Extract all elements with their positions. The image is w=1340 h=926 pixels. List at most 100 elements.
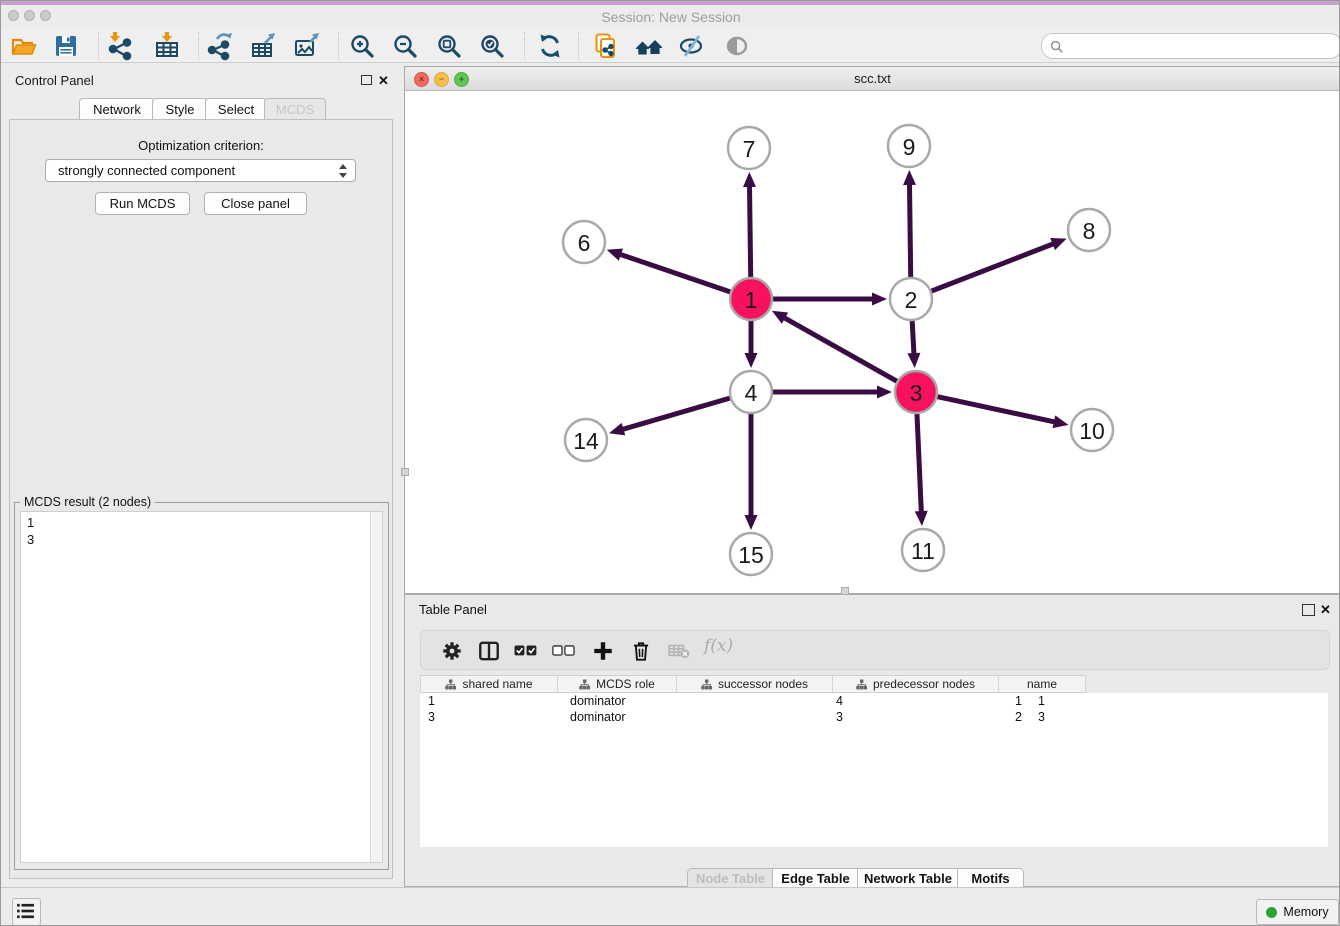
column-header-name[interactable]: name [999, 675, 1086, 693]
graph-edge-1-7[interactable] [749, 185, 750, 277]
cell-name[interactable]: 1 [1028, 693, 1124, 709]
table-panel: Table Panel ✕ f(x) shared name MCDS role… [404, 594, 1340, 887]
delete-column-icon[interactable] [629, 639, 653, 663]
graph-edge-arrowhead [907, 353, 920, 368]
table-header-row: shared name MCDS role successor nodes pr… [420, 675, 1086, 693]
control-panel-float-icon[interactable] [361, 75, 372, 85]
control-panel-close-icon[interactable]: ✕ [378, 74, 389, 87]
toolbar-separator [198, 32, 199, 60]
hide-panel-eye-icon[interactable] [722, 31, 752, 61]
table-panel-float-icon[interactable] [1302, 604, 1315, 616]
optimization-criterion-label: Optimization criterion: [9, 138, 393, 153]
column-label: MCDS role [596, 677, 655, 691]
table-panel-title: Table Panel [419, 602, 487, 617]
criterion-dropdown[interactable]: strongly connected component [45, 159, 356, 182]
table-row[interactable]: 3 dominator 3 2 3 [420, 709, 1328, 725]
function-builder-icon[interactable]: f(x) [704, 636, 744, 660]
graph-edge-2-3[interactable] [912, 321, 914, 355]
unselect-all-icon[interactable] [552, 639, 576, 663]
mcds-result-textarea[interactable]: 1 3 [20, 511, 383, 863]
table-row[interactable]: 1 dominator 4 1 1 [420, 693, 1328, 709]
session-title: Session: New Session [1, 9, 1340, 25]
zoom-fit-icon[interactable] [435, 31, 465, 61]
criterion-dropdown-value: strongly connected component [58, 163, 235, 178]
graph-edge-2-9[interactable] [909, 183, 910, 277]
graph-node-label-2: 2 [905, 287, 918, 313]
import-table-icon[interactable] [152, 31, 182, 61]
zoom-selected-icon[interactable] [478, 31, 508, 61]
column-header-shared-name[interactable]: shared name [420, 675, 558, 693]
network-graph[interactable]: 7968124314101511 [405, 90, 1340, 594]
save-session-icon[interactable] [51, 31, 81, 61]
visual-style-icon[interactable] [677, 31, 707, 61]
network-view-window: × − + scc.txt 7968124314101511 [404, 66, 1340, 594]
control-panel-title: Control Panel [15, 73, 94, 88]
show-columns-icon[interactable] [477, 639, 501, 663]
graph-edge-2-8[interactable] [932, 243, 1055, 291]
search-input[interactable] [1067, 38, 1340, 55]
cell-mcds-role[interactable]: dominator [564, 709, 688, 725]
cell-predecessor-nodes[interactable]: 2 [857, 709, 1028, 725]
toolbar-separator [98, 32, 99, 60]
export-table-icon[interactable] [249, 31, 279, 61]
run-mcds-button[interactable]: Run MCDS [95, 192, 190, 215]
select-all-icon[interactable] [514, 639, 538, 663]
graph-edge-arrowhead [1053, 415, 1069, 428]
close-panel-button[interactable]: Close panel [204, 192, 307, 215]
cell-shared-name[interactable]: 3 [420, 709, 564, 725]
column-label: name [1027, 677, 1057, 691]
graph-edge-3-11[interactable] [917, 414, 921, 513]
cell-name[interactable]: 3 [1028, 709, 1124, 725]
graph-edge-arrowhead [872, 293, 887, 306]
column-label: successor nodes [718, 677, 808, 691]
graph-edge-arrowhead [743, 172, 756, 187]
memory-button[interactable]: Memory [1256, 899, 1339, 925]
table-settings-gear-icon[interactable] [440, 639, 464, 663]
mcds-result-line: 1 [27, 514, 382, 531]
graph-edge-arrowhead [607, 248, 623, 260]
graph-edge-arrowhead [915, 511, 928, 526]
graph-node-label-3: 3 [910, 380, 923, 406]
column-tree-icon [445, 679, 456, 690]
cell-mcds-role[interactable]: dominator [564, 693, 688, 709]
graph-edge-4-14[interactable] [622, 398, 730, 430]
graph-edge-arrowhead [877, 386, 892, 399]
status-bar: Memory [1, 887, 1340, 926]
task-history-button[interactable] [12, 898, 41, 926]
refresh-icon[interactable] [535, 31, 565, 61]
copy-share-icon[interactable] [591, 31, 621, 61]
cell-shared-name[interactable]: 1 [420, 693, 564, 709]
graph-node-label-6: 6 [578, 230, 591, 256]
memory-button-label: Memory [1283, 905, 1328, 919]
result-scrollbar[interactable] [370, 512, 382, 862]
export-network-icon[interactable] [205, 31, 235, 61]
delete-table-icon[interactable] [667, 639, 691, 663]
vertical-splitter-handle[interactable] [401, 468, 409, 476]
cell-predecessor-nodes[interactable]: 1 [857, 693, 1028, 709]
column-header-predecessor-nodes[interactable]: predecessor nodes [833, 675, 999, 693]
memory-status-dot-icon [1266, 907, 1277, 918]
cell-successor-nodes[interactable]: 4 [688, 693, 857, 709]
import-network-icon[interactable] [105, 31, 135, 61]
graph-node-label-4: 4 [745, 380, 758, 406]
open-session-icon[interactable] [9, 31, 39, 61]
zoom-out-icon[interactable] [391, 31, 421, 61]
home-icon[interactable] [634, 31, 664, 61]
network-window-titlebar: × − + scc.txt [405, 67, 1340, 91]
graph-edge-3-10[interactable] [938, 397, 1056, 423]
zoom-in-icon[interactable] [348, 31, 378, 61]
column-header-mcds-role[interactable]: MCDS role [558, 675, 677, 693]
graph-edge-1-6[interactable] [619, 254, 730, 292]
dropdown-stepper-icon [338, 164, 347, 178]
graph-edge-3-1[interactable] [783, 317, 897, 381]
column-tree-icon [701, 679, 712, 690]
cell-successor-nodes[interactable]: 3 [688, 709, 857, 725]
add-column-icon[interactable] [591, 639, 615, 663]
column-header-successor-nodes[interactable]: successor nodes [677, 675, 833, 693]
mcds-result-title: MCDS result (2 nodes) [20, 495, 155, 509]
column-tree-icon [856, 679, 867, 690]
table-panel-close-icon[interactable]: ✕ [1320, 603, 1331, 616]
search-field[interactable] [1041, 33, 1340, 59]
export-image-icon[interactable] [292, 31, 322, 61]
toolbar-separator [524, 32, 525, 60]
